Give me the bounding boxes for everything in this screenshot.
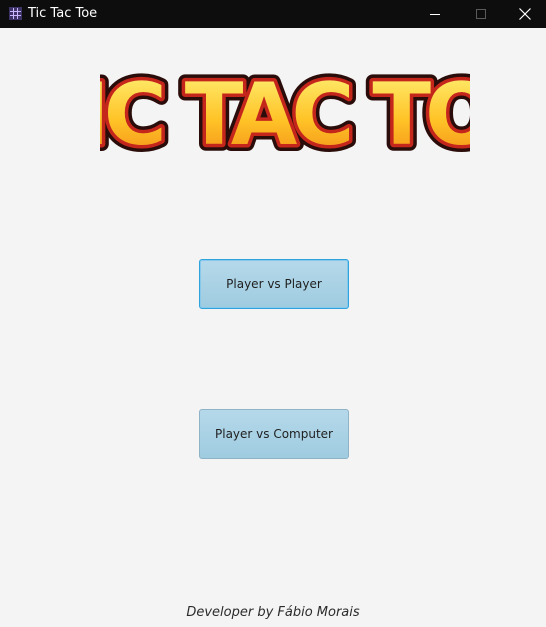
developer-credit: Developer by Fábio Morais [186, 605, 360, 620]
window-title: Tic Tac Toe [28, 6, 98, 21]
player-vs-computer-button[interactable]: Player vs Computer [199, 409, 349, 459]
player-vs-player-button[interactable]: Player vs Player [199, 259, 349, 309]
title-bar[interactable]: Tic Tac Toe [0, 0, 546, 28]
maximize-icon [476, 9, 486, 19]
player-vs-player-label: Player vs Player [226, 277, 322, 291]
minimize-button[interactable] [412, 0, 458, 28]
close-icon [519, 8, 531, 20]
maximize-button[interactable] [458, 0, 504, 28]
close-button[interactable] [502, 0, 546, 28]
game-logo: TIC TAC TOE TIC TAC TOE [18, 48, 546, 172]
player-vs-computer-label: Player vs Computer [215, 427, 333, 441]
app-window: Tic Tac Toe C TAC TO C TAC TO Player vs … [0, 0, 546, 627]
minimize-icon [430, 14, 440, 15]
logo-text: TIC TAC TOE [100, 65, 470, 165]
tic-tac-toe-app-icon [9, 7, 22, 20]
